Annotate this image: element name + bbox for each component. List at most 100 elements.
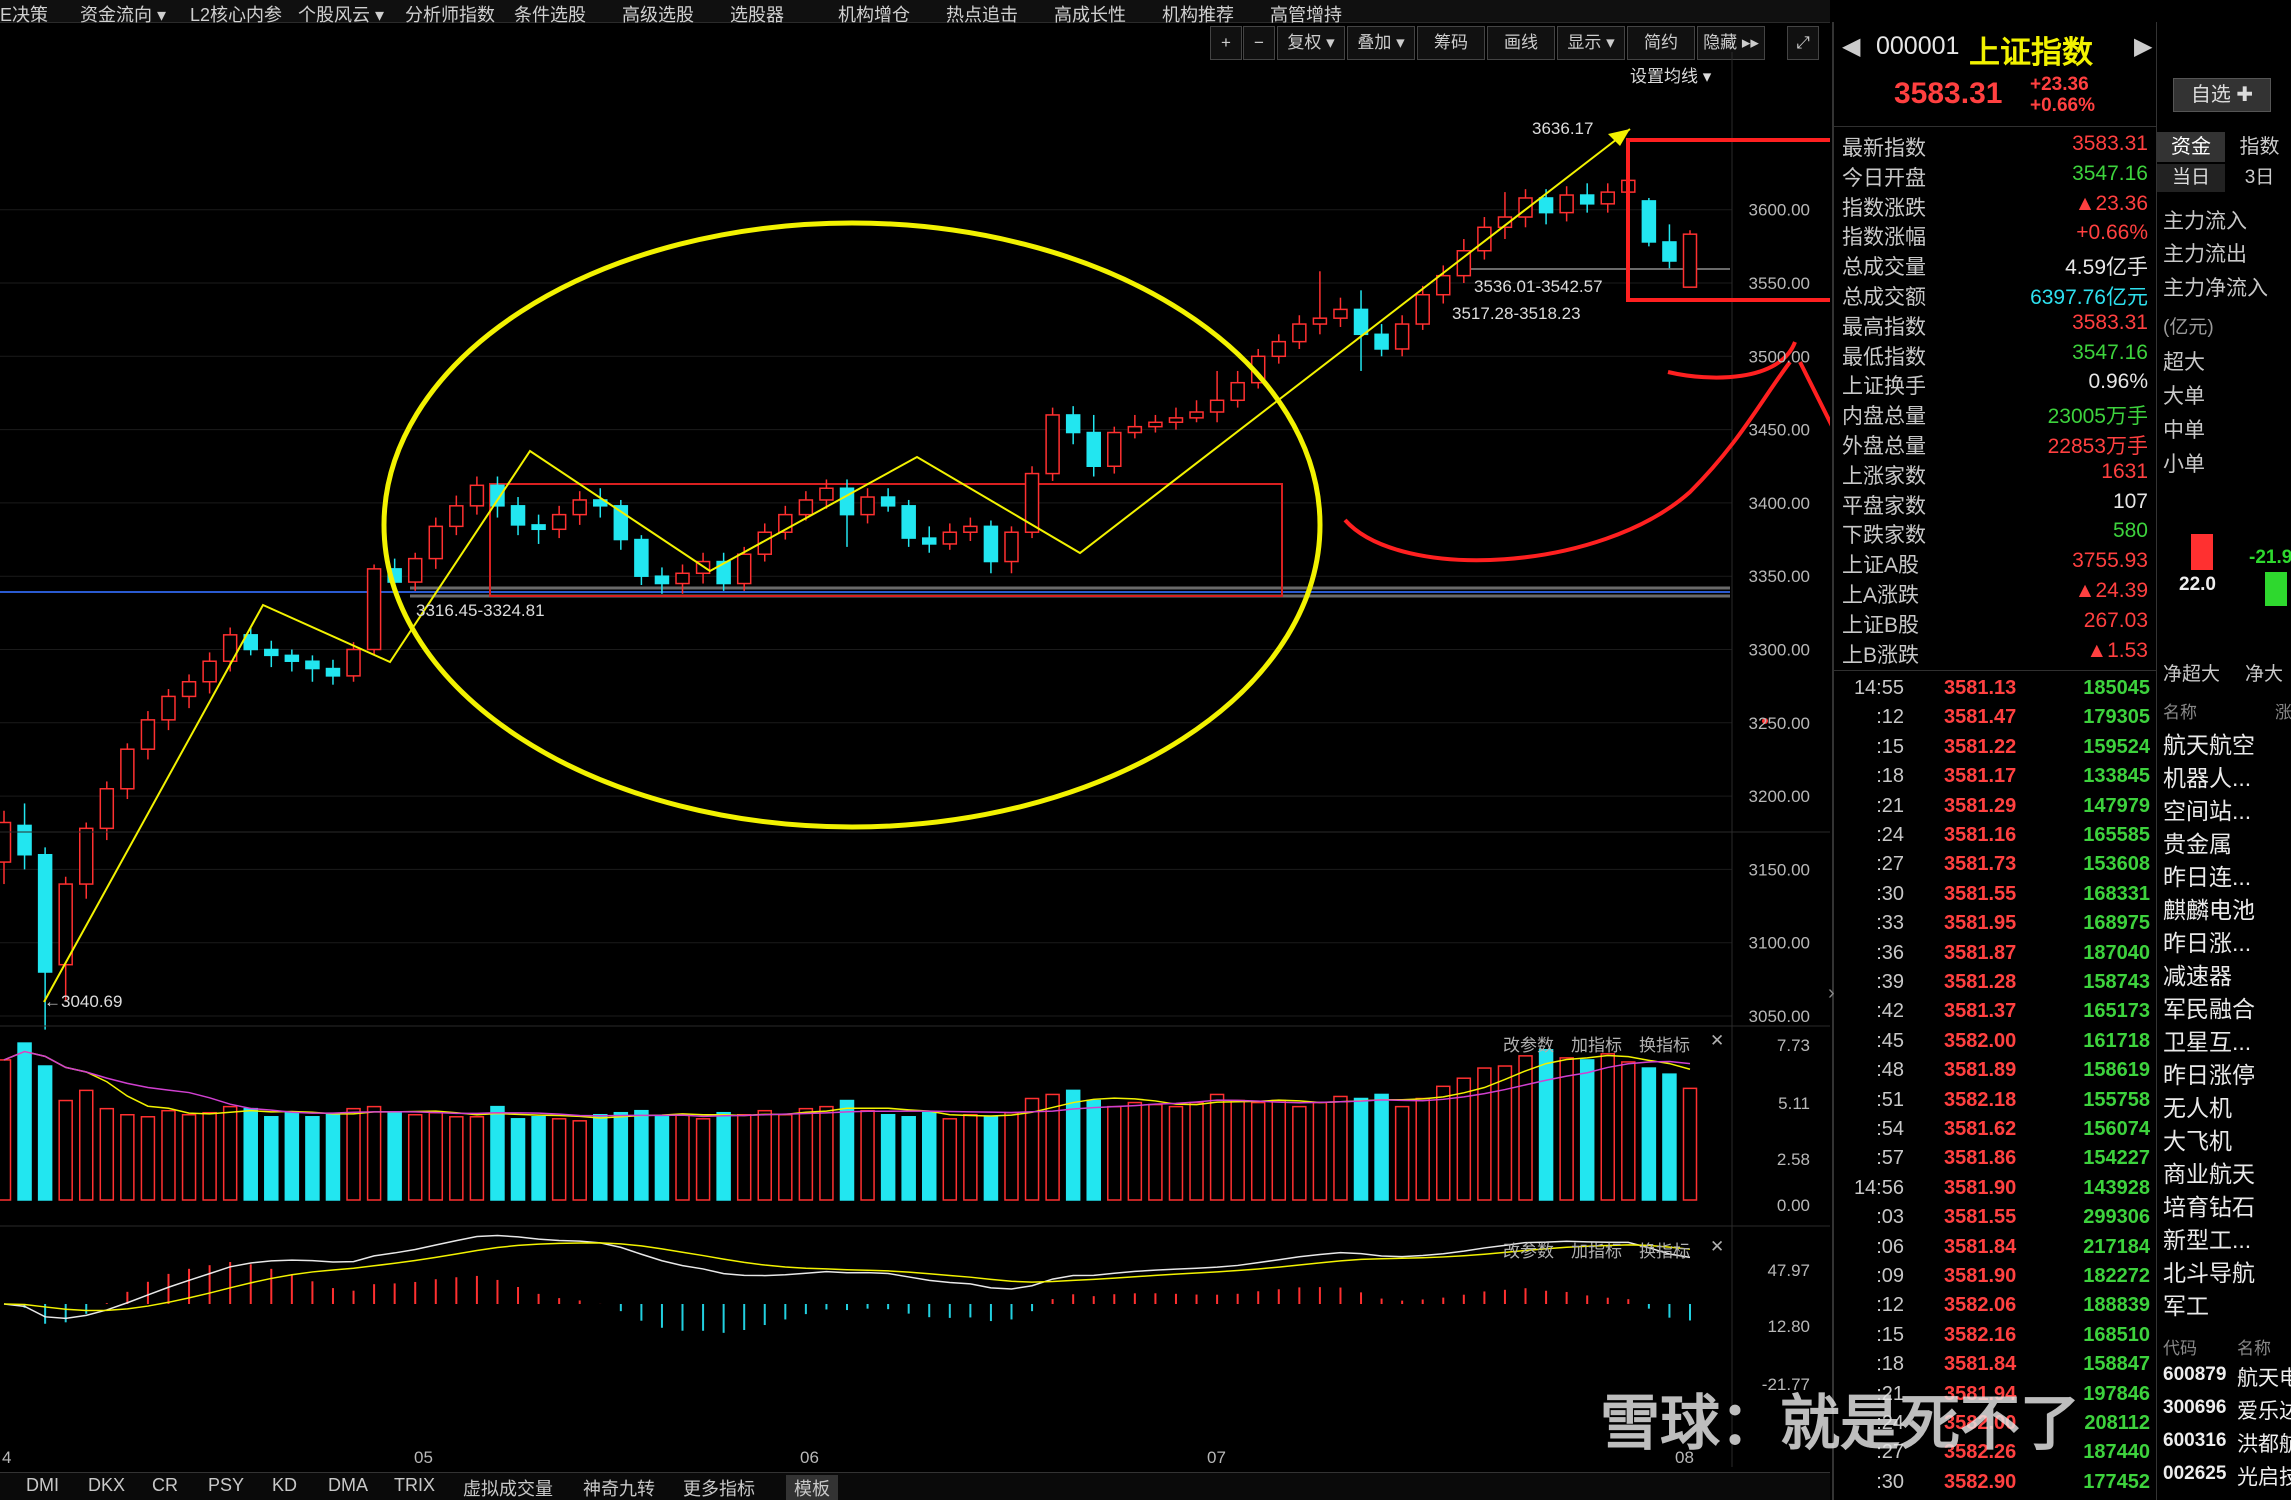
tick-volume: 185045: [2083, 677, 2150, 699]
stock-name[interactable]: 爱乐达: [2237, 1395, 2291, 1425]
stock-code[interactable]: 300696: [2163, 1397, 2226, 1419]
tab-kd[interactable]: KD: [272, 1475, 297, 1496]
tab-zijin[interactable]: 资金: [2157, 132, 2225, 162]
quote-row: 最新指数 3583.31: [1842, 132, 2148, 161]
net-label: 净超大: [2163, 664, 2221, 685]
sector-item[interactable]: 昨日涨...: [2163, 924, 2251, 958]
tick-volume: 177452: [2083, 1470, 2150, 1493]
candle-body: [551, 513, 567, 531]
close-icon[interactable]: ✕: [1710, 1031, 1724, 1051]
red-curve-annotation: [1343, 360, 1792, 563]
tab-zhishu[interactable]: 指数: [2227, 132, 2291, 162]
add-indicator-button[interactable]: 加指标: [1571, 1237, 1622, 1262]
candle-body: [1086, 431, 1101, 468]
swap-indicator-button[interactable]: 换指标: [1639, 1031, 1690, 1056]
tab-cr[interactable]: CR: [152, 1475, 178, 1496]
candle-body: [716, 560, 731, 585]
sector-item[interactable]: 减速器: [2163, 957, 2232, 991]
tab-more[interactable]: 更多指标: [683, 1475, 755, 1500]
tick-volume: 165585: [2083, 824, 2150, 846]
volume-bar: [1353, 1097, 1369, 1201]
collapse-arrow-icon[interactable]: ›: [1828, 982, 1835, 1005]
candle-body: [469, 484, 485, 507]
tick-volume: 158619: [2083, 1059, 2150, 1082]
col-name2: 名称: [2237, 1339, 2271, 1358]
tab-today[interactable]: 当日: [2157, 164, 2225, 192]
tab-3day[interactable]: 3日: [2227, 164, 2291, 192]
sector-item[interactable]: 培育钻石: [2163, 1188, 2255, 1222]
tab-dmi[interactable]: DMI: [26, 1475, 59, 1496]
volume-bar: [387, 1111, 402, 1201]
candle-body: [1024, 472, 1040, 533]
volume-bar: [181, 1113, 197, 1201]
tick-volume: 188839: [2083, 1294, 2150, 1317]
size-label: 中单: [2163, 419, 2205, 442]
stock-code[interactable]: 600879: [2163, 1364, 2226, 1386]
volume-bar: [1682, 1087, 1698, 1201]
sector-item[interactable]: 空间站...: [2163, 792, 2251, 826]
zixuan-button[interactable]: 自选 ✚: [2173, 78, 2271, 112]
tick-price: 3581.17: [1944, 765, 2017, 788]
set-ma-link[interactable]: 设置均线 ▾: [1630, 67, 1712, 86]
candlesticks: [0, 156, 1698, 1030]
change-param-button[interactable]: 改参数: [1503, 1031, 1554, 1056]
add-indicator-button[interactable]: 加指标: [1571, 1031, 1622, 1056]
kline-chart[interactable]: 3636.17 ←3040.69 3536.01-3542.57 3517.28…: [0, 22, 1830, 1472]
sector-item[interactable]: 麒麟电池: [2163, 891, 2255, 925]
quote-label: 今日开盘: [1842, 166, 1926, 190]
sector-item[interactable]: 昨日涨停: [2163, 1056, 2255, 1090]
volume-bar: [1538, 1049, 1554, 1201]
candle-body: [284, 654, 300, 662]
tab-dkx[interactable]: DKX: [88, 1475, 125, 1496]
stock-code[interactable]: 600316: [2163, 1430, 2226, 1452]
sector-item[interactable]: 卫星互...: [2163, 1023, 2251, 1057]
quote-value: +0.66%: [2076, 221, 2148, 245]
stock-name[interactable]: 航天电: [2237, 1362, 2291, 1392]
tab-shenqi[interactable]: 神奇九转: [583, 1475, 655, 1500]
tick-row: :30 3581.55 168331: [1834, 883, 2156, 912]
prev-arrow-icon[interactable]: ◀: [1842, 32, 1860, 61]
sector-item[interactable]: 军工: [2163, 1287, 2209, 1321]
tick-volume: 168510: [2083, 1323, 2150, 1346]
volume-bars: [0, 1042, 1698, 1201]
tick-price: 3581.90: [1944, 1265, 2017, 1287]
quote-label: 总成交量: [1842, 256, 1926, 280]
volume-bar: [1579, 1059, 1595, 1201]
stock-name[interactable]: 洪都航: [2237, 1428, 2291, 1458]
volume-bar: [942, 1118, 958, 1201]
tab-dma[interactable]: DMA: [328, 1475, 368, 1496]
next-arrow-icon[interactable]: ▶: [2134, 32, 2152, 61]
candle-body: [1312, 317, 1328, 325]
sector-item[interactable]: 大飞机: [2163, 1122, 2232, 1156]
sector-item[interactable]: 航天航空: [2163, 726, 2255, 760]
sector-item[interactable]: 新型工...: [2163, 1221, 2251, 1255]
volume-bar: [1518, 1055, 1533, 1201]
stock-code[interactable]: 002625: [2163, 1463, 2226, 1485]
sector-item[interactable]: 军民融合: [2163, 990, 2255, 1024]
sector-item[interactable]: 无人机: [2163, 1089, 2232, 1123]
candle-body: [942, 531, 958, 545]
sector-item[interactable]: 贵金属: [2163, 825, 2232, 859]
candle-body: [1148, 421, 1163, 428]
tab-virtual-volume[interactable]: 虚拟成交量: [463, 1475, 553, 1500]
volume-bar: [963, 1113, 978, 1201]
sector-item[interactable]: 机器人...: [2163, 759, 2251, 793]
tab-psy[interactable]: PSY: [208, 1475, 244, 1496]
stock-name[interactable]: 光启技: [2237, 1461, 2291, 1491]
close-icon[interactable]: ✕: [1710, 1237, 1724, 1257]
tick-time: :39: [1876, 971, 1904, 993]
tick-price: 3581.47: [1944, 706, 2017, 729]
quote-label: 最低指数: [1842, 345, 1926, 369]
tab-trix[interactable]: TRIX: [394, 1475, 435, 1496]
swap-indicator-button[interactable]: 换指标: [1639, 1237, 1690, 1262]
sector-item[interactable]: 昨日连...: [2163, 858, 2251, 892]
size-label: 超大: [2163, 351, 2205, 374]
tab-template[interactable]: 模板: [786, 1475, 838, 1500]
tick-row: :33 3581.95 168975: [1834, 912, 2156, 941]
volume-bar: [1292, 1105, 1307, 1201]
sector-item[interactable]: 商业航天: [2163, 1155, 2255, 1189]
change-param-button[interactable]: 改参数: [1503, 1237, 1554, 1262]
sector-item[interactable]: 北斗导航: [2163, 1254, 2255, 1288]
volume-bar: [1209, 1093, 1225, 1201]
tick-price: 3581.90: [1944, 1176, 2017, 1199]
